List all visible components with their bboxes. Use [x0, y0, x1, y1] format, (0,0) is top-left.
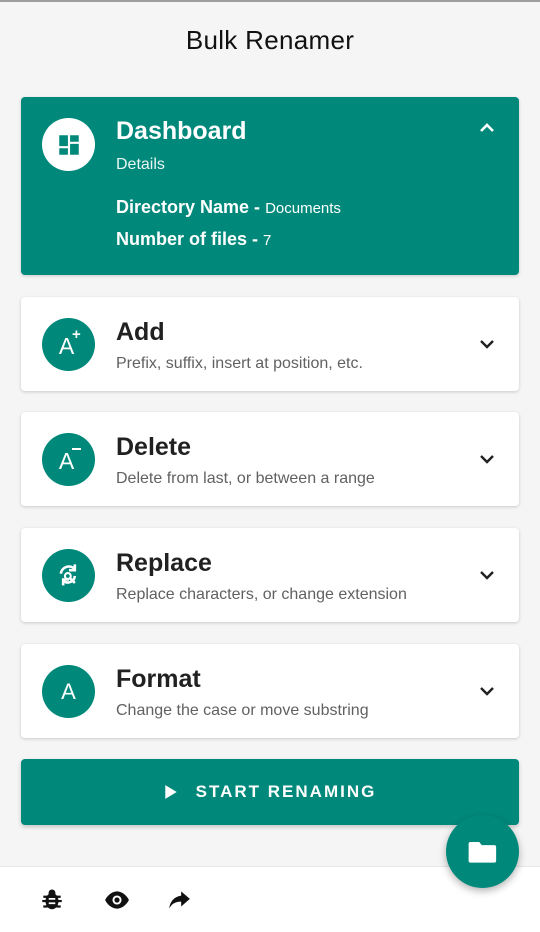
format-icon: A — [42, 665, 95, 718]
number-of-files-label: Number of files - — [116, 229, 264, 249]
section-delete[interactable]: A Delete Delete from last, or between a … — [21, 412, 519, 506]
section-replace-title: Replace — [116, 549, 212, 577]
section-add[interactable]: A + Add Prefix, suffix, insert at positi… — [21, 297, 519, 391]
section-delete-subtitle: Delete from last, or between a range — [116, 470, 375, 487]
chevron-down-icon[interactable] — [475, 447, 499, 471]
number-of-files-row: Number of files - 7 — [116, 229, 271, 250]
directory-name-row: Directory Name - Documents — [116, 197, 341, 218]
dashboard-title: Dashboard — [116, 117, 247, 145]
share-icon[interactable] — [166, 887, 192, 913]
section-replace[interactable]: Replace Replace characters, or change ex… — [21, 528, 519, 622]
section-format-subtitle: Change the case or move substring — [116, 702, 369, 719]
add-text-icon: A + — [42, 318, 95, 371]
folder-icon — [468, 841, 496, 863]
section-format-title: Format — [116, 665, 201, 693]
section-format[interactable]: A Format Change the case or move substri… — [21, 644, 519, 738]
delete-text-icon: A — [42, 433, 95, 486]
chevron-down-icon[interactable] — [475, 563, 499, 587]
replace-icon — [42, 549, 95, 602]
dashboard-icon — [42, 118, 95, 171]
section-add-title: Add — [116, 318, 165, 346]
chevron-down-icon[interactable] — [475, 332, 499, 356]
dashboard-subtitle: Details — [116, 156, 165, 173]
section-delete-title: Delete — [116, 433, 192, 461]
section-replace-subtitle: Replace characters, or change extension — [116, 586, 407, 603]
dashboard-card[interactable]: Dashboard Details Directory Name - Docum… — [21, 97, 519, 275]
chevron-down-icon[interactable] — [475, 679, 499, 703]
chevron-up-icon[interactable] — [475, 116, 499, 140]
start-renaming-label: START RENAMING — [195, 782, 377, 801]
directory-name-value: Documents — [265, 200, 341, 217]
start-renaming-button[interactable]: START RENAMING — [21, 759, 519, 825]
folder-fab-button[interactable] — [446, 815, 519, 888]
play-icon — [164, 785, 177, 799]
section-add-subtitle: Prefix, suffix, insert at position, etc. — [116, 355, 363, 372]
eye-icon[interactable] — [102, 887, 132, 913]
app-bar: Bulk Renamer — [0, 2, 540, 78]
app-title: Bulk Renamer — [185, 24, 355, 55]
number-of-files-value: 7 — [263, 232, 272, 249]
bug-icon[interactable] — [39, 887, 65, 913]
directory-name-label: Directory Name - — [116, 197, 266, 217]
